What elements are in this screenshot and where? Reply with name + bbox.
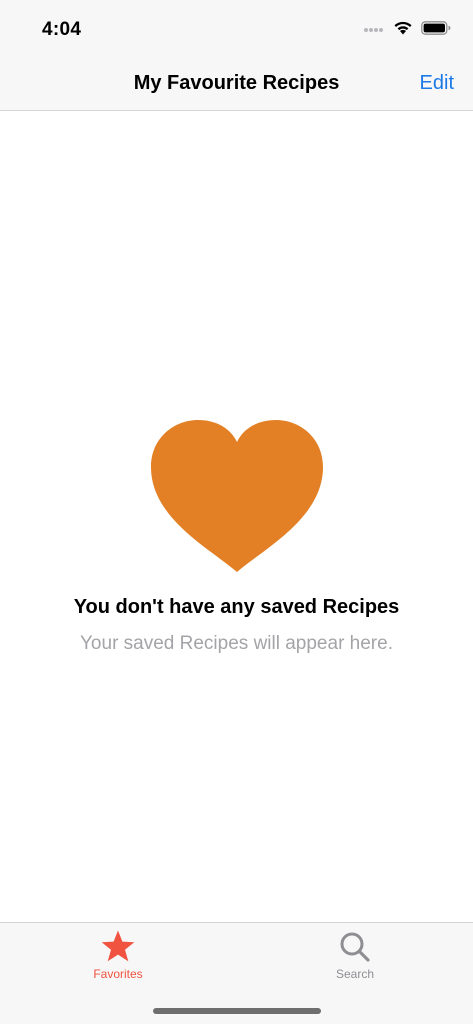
battery-icon — [421, 21, 451, 35]
star-icon — [101, 930, 135, 962]
empty-state-title: You don't have any saved Recipes — [73, 596, 400, 618]
navigation-bar: My Favourite Recipes Edit — [0, 58, 473, 111]
empty-state: You don't have any saved Recipes Your sa… — [0, 420, 473, 655]
status-bar: 4:04 — [0, 0, 473, 58]
tab-favorites-label: Favorites — [93, 967, 143, 981]
tab-bar: Favorites Search — [0, 922, 473, 1024]
cellular-signal-icon — [364, 28, 383, 32]
tab-favorites[interactable]: Favorites — [58, 929, 178, 981]
page-title: My Favourite Recipes — [133, 72, 340, 94]
empty-state-subtitle: Your saved Recipes will appear here. — [80, 633, 393, 654]
magnifier-icon — [340, 932, 370, 962]
tab-search[interactable]: Search — [295, 929, 415, 981]
status-icons — [363, 20, 451, 36]
favourites-screen: 4:04 My Favourite Recipes Edit You don't… — [0, 0, 473, 1024]
tab-search-label: Search — [335, 967, 375, 981]
wifi-icon — [394, 21, 412, 35]
home-indicator[interactable] — [153, 1008, 321, 1014]
edit-button[interactable]: Edit — [420, 72, 454, 95]
heart-icon — [150, 420, 323, 572]
status-time: 4:04 — [42, 19, 82, 40]
